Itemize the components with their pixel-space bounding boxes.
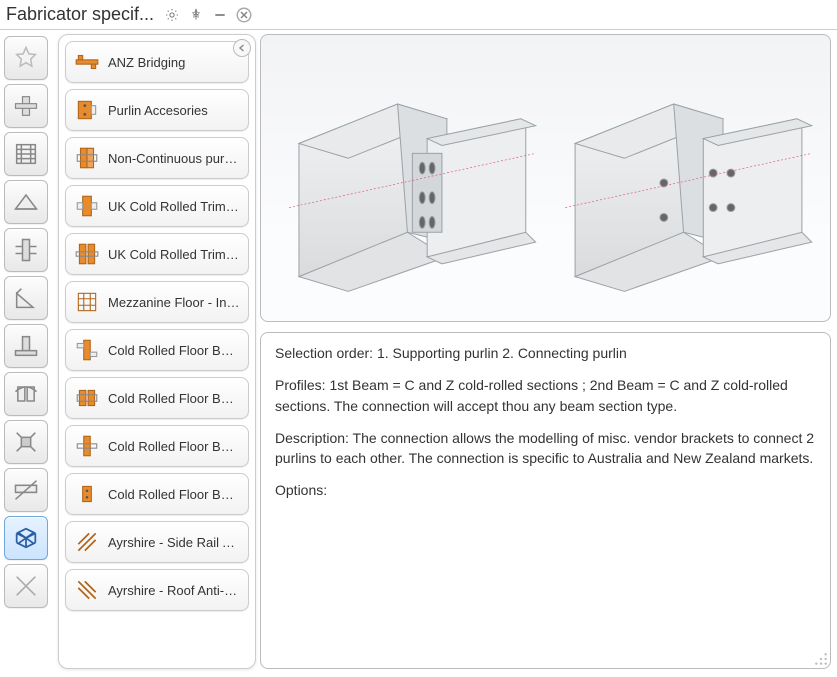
category-sidebar xyxy=(4,34,54,669)
gear-icon[interactable] xyxy=(162,5,182,25)
floorbeam2-icon xyxy=(74,385,100,411)
list-cold-rolled-floor-beam-1[interactable]: Cold Rolled Floor Bea... xyxy=(65,329,249,371)
list-mezzanine-floor-inset[interactable]: Mezzanine Floor - Inset xyxy=(65,281,249,323)
options-text: Options: xyxy=(275,480,816,500)
description-pane: Selection order: 1. Supporting purlin 2.… xyxy=(260,332,831,669)
list-item-label: Ayrshire - Side Rail An... xyxy=(108,535,240,550)
list-item-label: Cold Rolled Floor Bea... xyxy=(108,343,240,358)
sidrail-icon xyxy=(74,529,100,555)
list-uk-cold-rolled-trimmer-2[interactable]: UK Cold Rolled Trimm... xyxy=(65,233,249,275)
close-icon[interactable] xyxy=(234,5,254,25)
list-item-label: UK Cold Rolled Trimm... xyxy=(108,199,240,214)
list-item-label: UK Cold Rolled Trimm... xyxy=(108,247,240,262)
list-item-label: ANZ Bridging xyxy=(108,55,185,70)
floorbeam1-icon xyxy=(74,337,100,363)
description-text: Description: The connection allows the m… xyxy=(275,428,816,469)
sidebar-beam[interactable] xyxy=(4,84,48,128)
sidebar-roof[interactable] xyxy=(4,180,48,224)
purlin-acc-icon xyxy=(74,97,100,123)
noncont-icon xyxy=(74,145,100,171)
trimmer1-icon xyxy=(74,193,100,219)
list-ayrshire-side-rail[interactable]: Ayrshire - Side Rail An... xyxy=(65,521,249,563)
window-title: Fabricator specif... xyxy=(6,4,158,25)
sidebar-splice[interactable] xyxy=(4,372,48,416)
connection-preview-diagram xyxy=(261,35,830,321)
resize-grip-icon[interactable] xyxy=(814,652,828,666)
collapse-left-icon[interactable] xyxy=(233,39,251,57)
trimmer2-icon xyxy=(74,241,100,267)
list-item-label: Cold Rolled Floor Bea... xyxy=(108,439,240,454)
sidebar-misc1[interactable] xyxy=(4,420,48,464)
connection-list-panel: ANZ Bridging Purlin Accesories Non-Conti… xyxy=(58,34,256,669)
list-item-label: Purlin Accesories xyxy=(108,103,208,118)
list-item-label: Ayrshire - Roof Anti-S... xyxy=(108,583,240,598)
list-purlin-accessories[interactable]: Purlin Accesories xyxy=(65,89,249,131)
list-anz-bridging[interactable]: ANZ Bridging xyxy=(65,41,249,83)
preview-pane xyxy=(260,34,831,322)
sidebar-crossed[interactable] xyxy=(4,564,48,608)
profiles-text: Profiles: 1st Beam = C and Z cold-rolled… xyxy=(275,375,816,416)
floorbeam4-icon xyxy=(74,481,100,507)
list-item-label: Mezzanine Floor - Inset xyxy=(108,295,240,310)
sidebar-bracing[interactable] xyxy=(4,228,48,272)
list-uk-cold-rolled-trimmer-1[interactable]: UK Cold Rolled Trimm... xyxy=(65,185,249,227)
floorbeam3-icon xyxy=(74,433,100,459)
bridging-icon xyxy=(74,49,100,75)
sidebar-favorites[interactable] xyxy=(4,36,48,80)
pin-icon[interactable] xyxy=(186,5,206,25)
roofanti-icon xyxy=(74,577,100,603)
sidebar-angle[interactable] xyxy=(4,276,48,320)
list-non-continuous-purlin[interactable]: Non-Continuous purli... xyxy=(65,137,249,179)
list-cold-rolled-floor-beam-2[interactable]: Cold Rolled Floor Bea... xyxy=(65,377,249,419)
list-cold-rolled-floor-beam-4[interactable]: Cold Rolled Floor Bea... xyxy=(65,473,249,515)
list-ayrshire-roof-anti-sag[interactable]: Ayrshire - Roof Anti-S... xyxy=(65,569,249,611)
sidebar-purlin[interactable] xyxy=(4,468,48,512)
titlebar: Fabricator specif... xyxy=(0,0,837,30)
mezz-icon xyxy=(74,289,100,315)
list-item-label: Cold Rolled Floor Bea... xyxy=(108,391,240,406)
sidebar-column[interactable] xyxy=(4,132,48,176)
minimize-icon[interactable] xyxy=(210,5,230,25)
sidebar-baseplate[interactable] xyxy=(4,324,48,368)
list-cold-rolled-floor-beam-3[interactable]: Cold Rolled Floor Bea... xyxy=(65,425,249,467)
selection-order-text: Selection order: 1. Supporting purlin 2.… xyxy=(275,343,816,363)
sidebar-fabricator-specific[interactable] xyxy=(4,516,48,560)
list-item-label: Cold Rolled Floor Bea... xyxy=(108,487,240,502)
list-item-label: Non-Continuous purli... xyxy=(108,151,240,166)
